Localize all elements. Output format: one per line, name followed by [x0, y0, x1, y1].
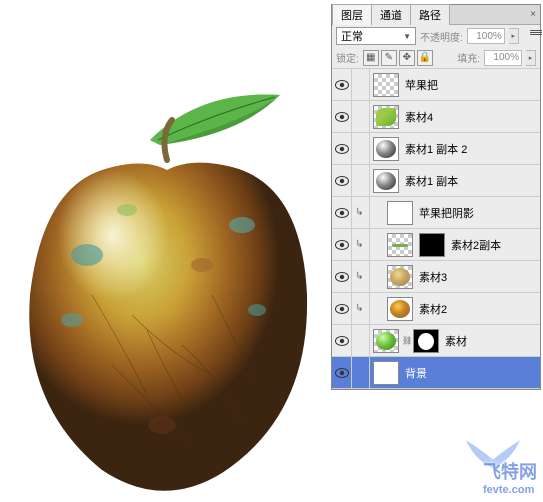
- visibility-toggle-icon[interactable]: [332, 325, 352, 357]
- panel-tabs: 图层 通道 路径 ×: [332, 5, 540, 25]
- clip-arrow-icon: ↳: [355, 271, 363, 282]
- layer-row[interactable]: 素材1 副本: [332, 165, 540, 197]
- layer-thumbnail[interactable]: [387, 233, 413, 257]
- layer-row[interactable]: 素材1 副本 2: [332, 133, 540, 165]
- watermark-text: 飞特网 fevte.com: [483, 458, 537, 496]
- visibility-toggle-icon[interactable]: [332, 197, 352, 229]
- tab-channels[interactable]: 通道: [371, 4, 411, 25]
- layer-row[interactable]: ↳ 苹果把阴影: [332, 197, 540, 229]
- layer-thumbnail[interactable]: [373, 105, 399, 129]
- layer-thumbnail[interactable]: [387, 265, 413, 289]
- link-column: ↳: [352, 229, 370, 261]
- visibility-toggle-icon[interactable]: [332, 101, 352, 133]
- layer-thumbnail[interactable]: [373, 169, 399, 193]
- link-column: [352, 101, 370, 133]
- layer-name[interactable]: 素材: [442, 333, 536, 349]
- fill-input[interactable]: 100%: [484, 50, 522, 66]
- lock-pixels-icon[interactable]: ✎: [381, 50, 397, 66]
- layer-row[interactable]: 素材4: [332, 101, 540, 133]
- layer-name[interactable]: 素材2副本: [448, 237, 536, 253]
- link-column: [352, 165, 370, 197]
- layer-row[interactable]: 背景: [332, 357, 540, 389]
- watermark-wings-icon: [463, 434, 523, 474]
- layer-thumbnail[interactable]: [373, 73, 399, 97]
- visibility-toggle-icon[interactable]: [332, 69, 352, 101]
- apple-graphic: [12, 115, 322, 495]
- link-column: [352, 69, 370, 101]
- layer-row[interactable]: 苹果把: [332, 69, 540, 101]
- layer-name[interactable]: 素材2: [416, 301, 536, 317]
- visibility-toggle-icon[interactable]: [332, 357, 352, 389]
- opacity-label: 不透明度:: [420, 29, 463, 44]
- layer-name[interactable]: 素材3: [416, 269, 536, 285]
- tab-layers[interactable]: 图层: [332, 4, 372, 25]
- link-column: ↳: [352, 197, 370, 229]
- opacity-input[interactable]: 100%: [467, 28, 505, 44]
- layer-thumbnail[interactable]: [373, 329, 399, 353]
- layer-row[interactable]: ⛓ 素材: [332, 325, 540, 357]
- layer-thumbnail[interactable]: [387, 297, 413, 321]
- panel-menu-icon[interactable]: [530, 25, 542, 39]
- lock-row: 锁定: ▦ ✎ ✥ 🔒 填充: 100% ▸: [332, 47, 540, 69]
- watermark-site: 飞特网: [483, 458, 537, 484]
- layer-name[interactable]: 素材4: [402, 109, 536, 125]
- lock-all-icon[interactable]: 🔒: [417, 50, 433, 66]
- fill-label: 填充:: [457, 50, 480, 65]
- link-icon[interactable]: ⛓: [402, 336, 410, 345]
- opacity-dropdown-icon[interactable]: ▸: [509, 28, 519, 44]
- lock-transparency-icon[interactable]: ▦: [363, 50, 379, 66]
- layers-list: 苹果把素材4 素材1 副本 2 素材1 副本 ↳ 苹果把阴影 ↳ 素材2副本 ↳ 素材3 ↳ 素材2…: [332, 69, 540, 389]
- clip-arrow-icon: ↳: [355, 239, 363, 250]
- layer-row[interactable]: ↳ 素材2: [332, 293, 540, 325]
- visibility-toggle-icon[interactable]: [332, 165, 352, 197]
- blend-row: 正常 ▼ 不透明度: 100% ▸: [332, 25, 540, 47]
- layers-panel: 图层 通道 路径 × 正常 ▼ 不透明度: 100% ▸ 锁定: ▦ ✎ ✥ 🔒…: [331, 4, 541, 390]
- tab-paths[interactable]: 路径: [410, 4, 450, 25]
- layer-thumbnail[interactable]: [373, 137, 399, 161]
- layer-row[interactable]: ↳ 素材3: [332, 261, 540, 293]
- chevron-down-icon: ▼: [403, 32, 411, 41]
- layer-name[interactable]: 苹果把阴影: [416, 205, 536, 221]
- link-column: [352, 357, 370, 389]
- layer-thumbnail[interactable]: [387, 201, 413, 225]
- fill-dropdown-icon[interactable]: ▸: [526, 50, 536, 66]
- lock-label: 锁定:: [336, 50, 359, 65]
- link-column: [352, 133, 370, 165]
- layer-mask-thumbnail[interactable]: [419, 233, 445, 257]
- visibility-toggle-icon[interactable]: [332, 293, 352, 325]
- visibility-toggle-icon[interactable]: [332, 229, 352, 261]
- clip-arrow-icon: ↳: [355, 207, 363, 218]
- layer-row[interactable]: ↳ 素材2副本: [332, 229, 540, 261]
- visibility-toggle-icon[interactable]: [332, 261, 352, 293]
- link-column: [352, 325, 370, 357]
- link-column: ↳: [352, 261, 370, 293]
- blend-mode-value: 正常: [341, 28, 363, 44]
- layer-mask-thumbnail[interactable]: [413, 329, 439, 353]
- watermark-url: fevte.com: [483, 484, 537, 496]
- canvas-area: [0, 0, 330, 502]
- blend-mode-select[interactable]: 正常 ▼: [336, 27, 416, 45]
- clip-arrow-icon: ↳: [355, 303, 363, 314]
- layer-thumbnail[interactable]: [373, 361, 399, 385]
- layer-name[interactable]: 素材1 副本: [402, 173, 536, 189]
- panel-close-icon[interactable]: ×: [526, 9, 540, 20]
- visibility-toggle-icon[interactable]: [332, 133, 352, 165]
- layer-name[interactable]: 背景: [402, 365, 536, 381]
- link-column: ↳: [352, 293, 370, 325]
- layer-name[interactable]: 素材1 副本 2: [402, 141, 536, 157]
- layer-name[interactable]: 苹果把: [402, 77, 536, 93]
- lock-position-icon[interactable]: ✥: [399, 50, 415, 66]
